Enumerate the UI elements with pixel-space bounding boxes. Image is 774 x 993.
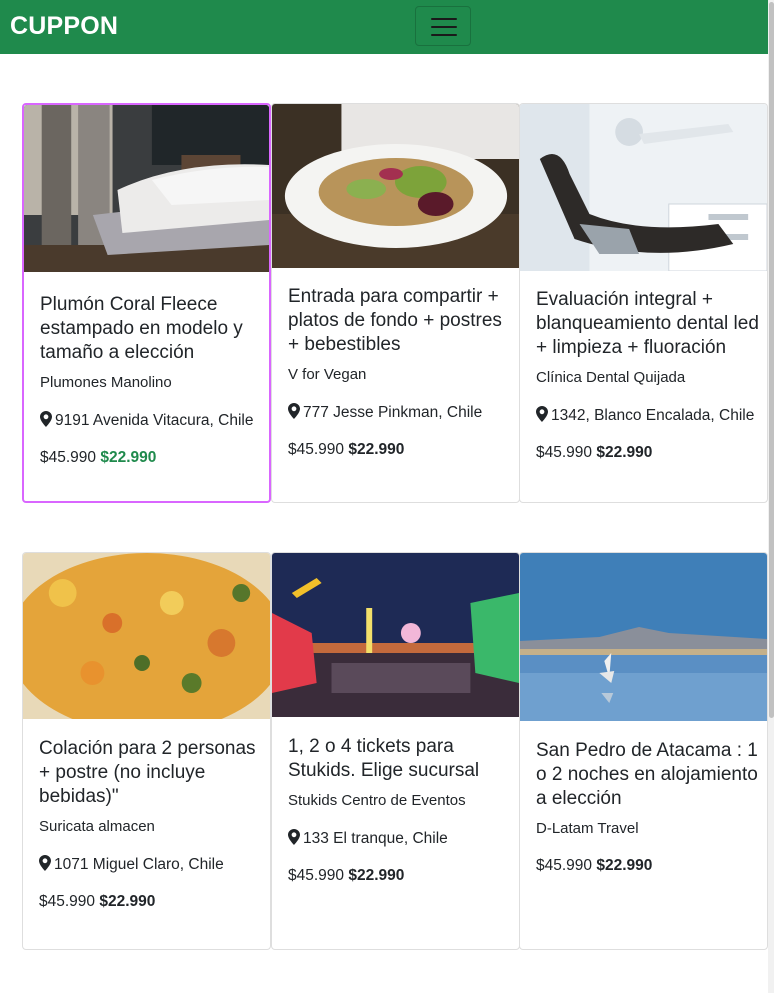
location-text: 9191 Avenida Vitacura, Chile — [55, 412, 254, 429]
map-marker-icon — [40, 411, 52, 427]
deal-title[interactable]: Evaluación integral + blanqueamiento den… — [536, 288, 759, 360]
old-price: $45.990 — [39, 893, 96, 910]
deal-image-dental — [520, 104, 767, 271]
deal-title[interactable]: 1, 2 o 4 tickets para Stukids. Elige suc… — [288, 735, 511, 783]
deal-card[interactable]: San Pedro de Atacama : 1 o 2 noches en a… — [519, 552, 768, 950]
merchant-name: Plumones Manolino — [40, 374, 172, 391]
deal-image-rice — [23, 553, 270, 719]
map-marker-icon — [536, 406, 548, 422]
deal-card[interactable]: 1, 2 o 4 tickets para Stukids. Elige suc… — [271, 552, 520, 950]
deal-price: $45.990 $22.990 — [40, 449, 261, 467]
deal-location: 777 Jesse Pinkman, Chile — [288, 401, 511, 425]
old-price: $45.990 — [288, 441, 345, 458]
old-price: $45.990 — [536, 444, 593, 461]
deal-card[interactable]: Entrada para compartir + platos de fondo… — [271, 103, 520, 503]
new-price: $22.990 — [99, 893, 156, 910]
location-text: 133 El tranque, Chile — [303, 830, 448, 847]
deal-image-fairground — [272, 553, 519, 717]
deal-card[interactable]: Plumón Coral Fleece estampado en modelo … — [22, 103, 271, 503]
new-price: $22.990 — [348, 867, 405, 884]
merchant-name: D-Latam Travel — [536, 820, 639, 837]
navbar: CUPPON — [0, 0, 774, 54]
hamburger-menu-icon — [431, 18, 457, 20]
deal-price: $45.990 $22.990 — [288, 441, 511, 459]
deal-price: $45.990 $22.990 — [536, 444, 759, 462]
deal-location: 9191 Avenida Vitacura, Chile — [40, 409, 261, 433]
deal-location: 133 El tranque, Chile — [288, 827, 511, 851]
hamburger-menu-button[interactable] — [415, 6, 471, 46]
brand-logo[interactable]: CUPPON — [10, 12, 118, 41]
deal-card[interactable]: Colación para 2 personas + postre (no in… — [22, 552, 271, 950]
old-price: $45.990 — [40, 449, 97, 466]
merchant-name: Clínica Dental Quijada — [536, 369, 686, 386]
deal-title[interactable]: Colación para 2 personas + postre (no in… — [39, 737, 262, 809]
deal-title[interactable]: San Pedro de Atacama : 1 o 2 noches en a… — [536, 739, 759, 811]
deal-card[interactable]: Evaluación integral + blanqueamiento den… — [519, 103, 768, 503]
new-price: $22.990 — [596, 857, 653, 874]
location-text: 1071 Miguel Claro, Chile — [54, 856, 224, 873]
old-price: $45.990 — [536, 857, 593, 874]
deal-price: $45.990 $22.990 — [536, 857, 759, 875]
deal-image-atacama — [520, 553, 767, 721]
merchant-name: Suricata almacen — [39, 818, 155, 835]
scrollbar-thumb[interactable] — [769, 2, 774, 718]
map-marker-icon — [39, 855, 51, 871]
new-price: $22.990 — [100, 449, 157, 466]
deal-title[interactable]: Plumón Coral Fleece estampado en modelo … — [40, 293, 261, 365]
deal-price: $45.990 $22.990 — [39, 893, 262, 911]
map-marker-icon — [288, 829, 300, 845]
old-price: $45.990 — [288, 867, 345, 884]
new-price: $22.990 — [348, 441, 405, 458]
map-marker-icon — [288, 403, 300, 419]
deal-image-bed — [24, 105, 269, 272]
new-price: $22.990 — [596, 444, 653, 461]
deal-location: 1342, Blanco Encalada, Chile — [536, 404, 759, 428]
deal-image-salad — [272, 104, 519, 268]
deal-location: 1071 Miguel Claro, Chile — [39, 853, 262, 877]
deal-title[interactable]: Entrada para compartir + platos de fondo… — [288, 285, 511, 357]
location-text: 777 Jesse Pinkman, Chile — [303, 404, 483, 421]
merchant-name: Stukids Centro de Eventos — [288, 792, 466, 809]
location-text: 1342, Blanco Encalada, Chile — [551, 407, 755, 424]
merchant-name: V for Vegan — [288, 366, 367, 383]
deal-price: $45.990 $22.990 — [288, 867, 511, 885]
